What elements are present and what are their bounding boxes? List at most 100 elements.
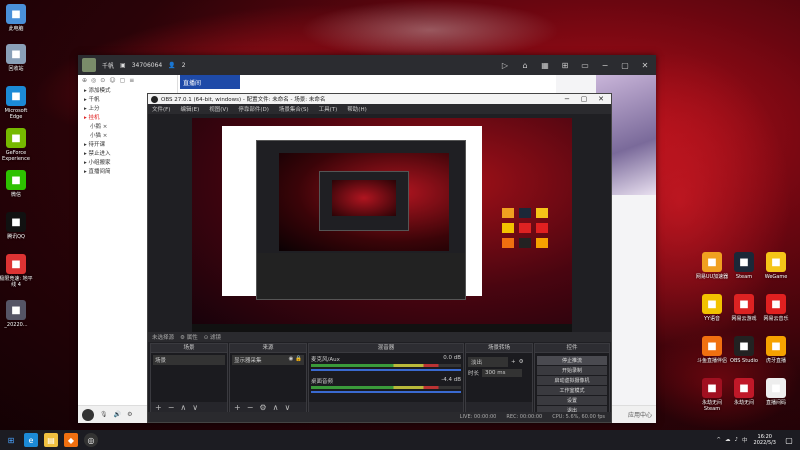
app-center-label[interactable]: 应用中心 xyxy=(628,410,652,419)
gear-icon[interactable]: ⚙ xyxy=(259,403,266,412)
restore-icon[interactable]: ▢ xyxy=(618,58,632,72)
up-icon[interactable]: ∧ xyxy=(273,403,279,412)
minimize-icon[interactable]: − xyxy=(598,58,612,72)
sidebar-tool-icon[interactable]: ⊕ xyxy=(82,77,87,85)
close-icon[interactable]: ✕ xyxy=(594,95,608,103)
home-icon[interactable]: ⌂ xyxy=(518,58,532,72)
eye-lock-icons[interactable]: ◉ 🔒 xyxy=(289,356,302,364)
settings-icon[interactable]: ⚙ xyxy=(127,411,132,418)
desktop-icon[interactable]: ■ GeForce Experience xyxy=(0,128,34,162)
volume-slider[interactable] xyxy=(311,391,461,393)
obs-docks: 场景 场景 +−∧∨ 来源 显示器采集 ◉ 🔒 +−⚙∧∨ 混音器 xyxy=(148,343,611,415)
douyu-icon[interactable]: ◆ xyxy=(64,433,78,447)
source-item[interactable]: 显示器采集 ◉ 🔒 xyxy=(232,355,304,365)
clock[interactable]: 16:20 2022/5/3 xyxy=(754,434,776,446)
steam-icon: ■ xyxy=(734,252,754,272)
desktop-icon[interactable]: ■ 永劫无间 xyxy=(726,378,762,406)
desktop-icon[interactable]: ■ YY语音 xyxy=(694,294,730,322)
desktop-icon[interactable]: ■ 腾讯QQ xyxy=(0,212,34,240)
desktop-icon[interactable]: ■ 回收站 xyxy=(0,44,34,72)
mic-icon[interactable]: 🎙 xyxy=(100,411,108,418)
desktop-icon[interactable]: ■ WeGame xyxy=(758,252,794,280)
document-icon: ■ xyxy=(766,378,786,398)
remove-icon[interactable]: − xyxy=(168,403,175,412)
obs-titlebar: OBS 27.0.1 (64-bit, windows) - 配置文件: 未命名… xyxy=(148,94,611,104)
menu-item[interactable]: 文件(F) xyxy=(152,105,170,113)
desktop-icon[interactable]: ■ OBS Studio xyxy=(726,336,762,364)
source-action-button[interactable]: ⚙ 属性 xyxy=(180,333,198,341)
obs-preview[interactable] xyxy=(192,118,572,332)
desktop-icon[interactable]: ■ 永劫无间 Steam xyxy=(694,378,730,412)
close-icon[interactable]: ✕ xyxy=(638,58,652,72)
tray-icon[interactable]: 中 xyxy=(742,436,748,444)
maximize-icon[interactable]: ▢ xyxy=(577,95,591,103)
desktop-icon[interactable]: ■ 斗鱼直播伴侣 xyxy=(694,336,730,364)
scene-item[interactable]: 场景 xyxy=(153,355,225,365)
obs-icon[interactable]: ◎ xyxy=(84,433,98,447)
desktop-icon[interactable]: ■ 此电脑 xyxy=(0,4,34,32)
audio-meter xyxy=(311,386,461,389)
desktop-icon[interactable]: ■ Steam xyxy=(726,252,762,280)
remove-icon[interactable]: − xyxy=(247,403,254,412)
volume-slider[interactable] xyxy=(311,369,461,371)
menu-item[interactable]: 停靠部件(D) xyxy=(238,105,269,113)
desktop-icon[interactable]: ■ _20220... xyxy=(0,300,34,328)
desktop-icon[interactable]: ■ 网易UU加速器 xyxy=(694,252,730,280)
desktop-icon[interactable]: ■ 极限竞速: 地平线 4 xyxy=(0,254,34,288)
desktop-icon[interactable]: ■ Microsoft Edge xyxy=(0,86,34,120)
douyu-icon: ■ xyxy=(702,336,722,356)
menu-item[interactable]: 场景集合(S) xyxy=(279,105,309,113)
start-icon[interactable]: ⊞ xyxy=(4,433,18,447)
menu-item[interactable]: 工具(T) xyxy=(319,105,338,113)
menu-item[interactable]: 编辑(E) xyxy=(180,105,199,113)
control-button[interactable]: 启动虚拟摄像机 xyxy=(537,376,607,385)
sidebar-tool-icon[interactable]: ☺ xyxy=(109,77,115,85)
add-icon[interactable]: + xyxy=(511,359,516,365)
tray-icon[interactable]: ♪ xyxy=(735,437,739,443)
tray-icon[interactable]: ^ xyxy=(716,437,721,443)
control-button[interactable]: 设置 xyxy=(537,396,607,405)
control-button[interactable]: 工作室模式 xyxy=(537,386,607,395)
record-icon[interactable] xyxy=(82,408,94,421)
tray-icon[interactable]: ☁ xyxy=(725,437,731,443)
avatar[interactable] xyxy=(82,58,96,72)
nested-taskbar xyxy=(192,324,572,332)
control-button[interactable]: 停止推流 xyxy=(537,356,607,365)
sidebar-tool-icon[interactable]: ≡ xyxy=(129,77,134,85)
menu-item[interactable]: 帮助(H) xyxy=(347,105,366,113)
down-icon[interactable]: ∨ xyxy=(284,403,290,412)
transition-select[interactable]: 淡出 xyxy=(468,357,508,367)
add-icon[interactable]: + xyxy=(155,403,162,412)
sidebar-tool-icon[interactable]: ⊙ xyxy=(100,77,105,85)
play-icon[interactable]: ▷ xyxy=(498,58,512,72)
edge-icon[interactable]: e xyxy=(24,433,38,447)
down-icon[interactable]: ∨ xyxy=(192,403,198,412)
sidebar-tool-icon[interactable]: ◎ xyxy=(91,77,96,85)
system-tray: ^ ☁ ♪ 中 xyxy=(716,436,747,444)
gear-icon[interactable]: ⚙ xyxy=(519,359,524,365)
up-icon[interactable]: ∧ xyxy=(180,403,186,412)
desktop-icon[interactable]: ■ 虎牙直播 xyxy=(758,336,794,364)
minimize-icon[interactable]: − xyxy=(560,95,574,103)
desktop-icon[interactable]: ■ 直播间码 xyxy=(758,378,794,406)
obs-window[interactable]: OBS 27.0.1 (64-bit, windows) - 配置文件: 未命名… xyxy=(147,93,612,423)
source-action-button[interactable]: ⊙ 滤镜 xyxy=(204,333,221,341)
duration-input[interactable]: 300 ms xyxy=(482,369,523,377)
computer-icon: ■ xyxy=(6,4,26,24)
status-item: CPU: 5.6%, 60.00 fps xyxy=(552,414,605,420)
gamepad-icon[interactable]: ⊞ xyxy=(558,58,572,72)
notification-icon[interactable]: ▢ xyxy=(782,433,796,447)
add-icon[interactable]: + xyxy=(234,403,241,412)
sidebar-tool-icon[interactable]: ▢ xyxy=(120,77,126,85)
naraka-icon: ■ xyxy=(702,378,722,398)
control-button[interactable]: 开始录制 xyxy=(537,366,607,375)
desktop-icon[interactable]: ■ 微信 xyxy=(0,170,34,198)
file-explorer-icon[interactable]: ▤ xyxy=(44,433,58,447)
grid-icon[interactable]: ▦ xyxy=(538,58,552,72)
controls-dock: 控件 停止推流 开始录制 启动虚拟摄像机 工作室模式 设置 退出 xyxy=(534,343,610,415)
desktop-icon[interactable]: ■ 网易云游戏 xyxy=(726,294,762,322)
speaker-icon[interactable]: 🔊 xyxy=(114,411,121,418)
desktop-icon[interactable]: ■ 网易云音乐 xyxy=(758,294,794,322)
cast-icon[interactable]: ▭ xyxy=(578,58,592,72)
menu-item[interactable]: 视图(V) xyxy=(209,105,228,113)
